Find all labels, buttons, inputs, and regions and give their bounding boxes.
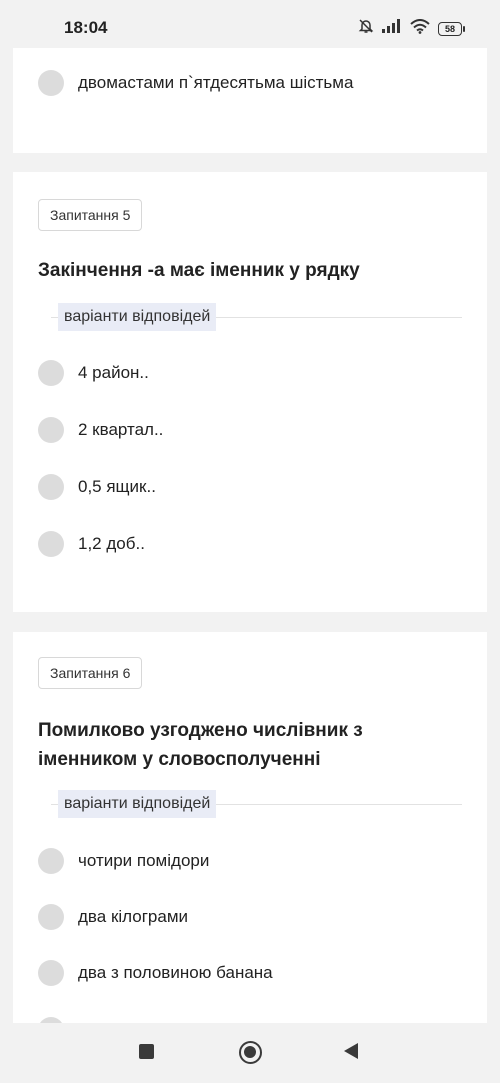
answers-label: варіанти відповідей <box>58 790 217 818</box>
radio-button[interactable] <box>38 360 64 386</box>
question-text: Помилково узгоджено числівник з іменнико… <box>38 716 468 774</box>
question-text-line: Помилково узгоджено числівник з <box>38 720 363 741</box>
answer-option-label: двомастами п`ятдесятьма шістьма <box>78 73 354 92</box>
answer-option-label: два з половиною банана <box>78 963 273 982</box>
answer-option-label: 0,5 ящик.. <box>78 477 156 496</box>
answer-option[interactable]: 4 район.. <box>38 358 149 388</box>
wifi-icon <box>410 18 430 39</box>
radio-button[interactable] <box>38 70 64 96</box>
mute-bell-icon <box>358 18 374 39</box>
answer-option-label: два кілограми <box>78 907 189 926</box>
navigation-bar <box>0 1023 500 1083</box>
battery-icon: 58 <box>438 21 465 36</box>
question-card-5: Запитання 5 Закінчення -а має іменник у … <box>13 172 487 612</box>
status-time: 18:04 <box>64 18 108 37</box>
question-text: Закінчення -а має іменник у рядку <box>38 260 360 281</box>
answer-option-label: чотири помідори <box>78 851 210 870</box>
question-card-6: Запитання 6 Помилково узгоджено числівни… <box>13 632 487 1043</box>
answer-option[interactable]: 0,5 ящик.. <box>38 472 156 502</box>
radio-button[interactable] <box>38 474 64 500</box>
answer-option-label: 4 район.. <box>78 363 149 382</box>
answer-option[interactable]: два з половиною банана <box>38 958 273 988</box>
answer-option[interactable]: 2 квартал.. <box>38 415 163 445</box>
back-triangle-icon[interactable] <box>344 1043 358 1059</box>
status-bar: 18:04 58 <box>0 0 500 48</box>
signal-icon <box>382 19 402 38</box>
answer-option-label: 1,2 доб.. <box>78 534 145 553</box>
recent-apps-square-icon[interactable] <box>139 1044 154 1059</box>
radio-button[interactable] <box>38 960 64 986</box>
question-badge: Запитання 5 <box>38 199 143 231</box>
radio-button[interactable] <box>38 417 64 443</box>
answers-label: варіанти відповідей <box>58 303 217 331</box>
radio-button[interactable] <box>38 848 64 874</box>
home-circle-icon[interactable] <box>239 1041 262 1064</box>
answer-option[interactable]: два кілограми <box>38 902 188 932</box>
question-card-previous: двомастами п`ятдесятьма шістьма <box>13 48 487 153</box>
status-icons: 58 <box>358 18 465 39</box>
question-badge: Запитання 6 <box>38 657 143 689</box>
radio-button[interactable] <box>38 531 64 557</box>
radio-button[interactable] <box>38 904 64 930</box>
answer-option[interactable]: 1,2 доб.. <box>38 529 145 559</box>
question-text-line: іменником у словосполученні <box>38 749 321 770</box>
answer-option-label: 2 квартал.. <box>78 420 164 439</box>
answer-option[interactable]: чотири помідори <box>38 846 209 876</box>
answer-option[interactable]: двомастами п`ятдесятьма шістьма <box>38 68 353 98</box>
